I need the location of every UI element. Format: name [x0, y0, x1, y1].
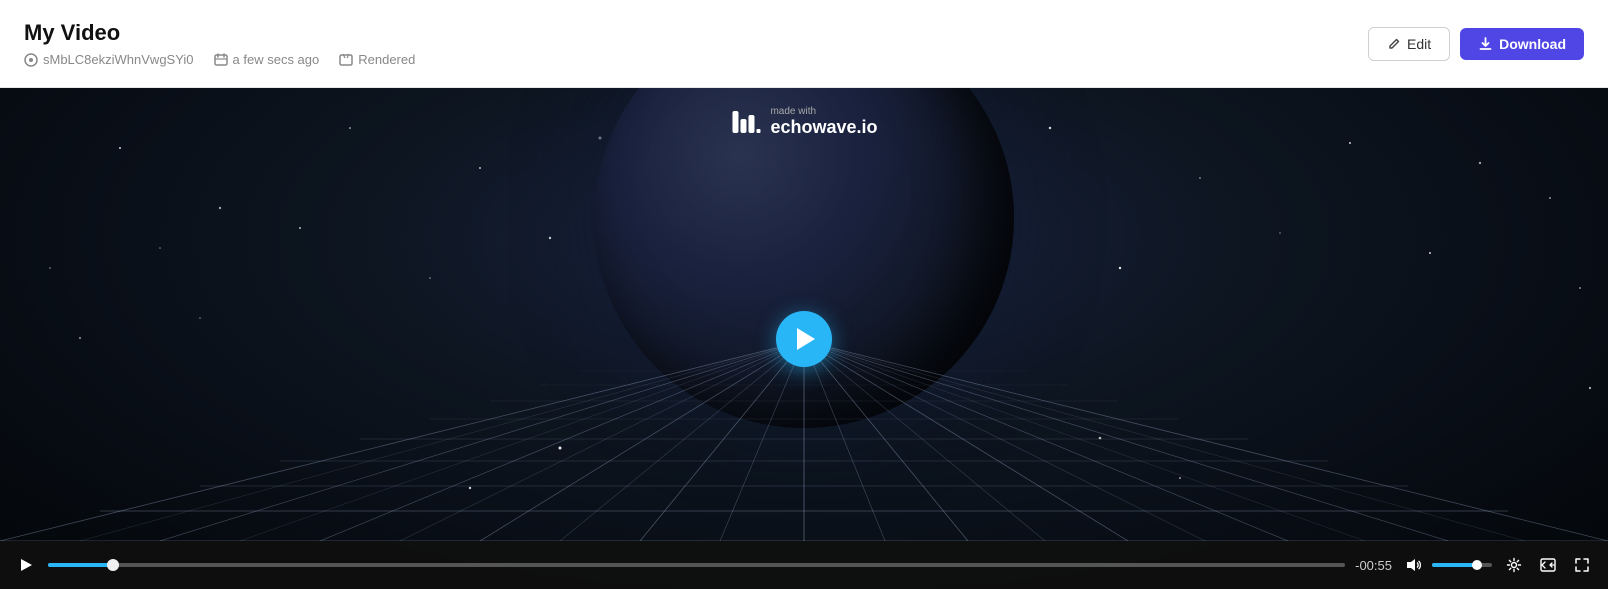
watermark-brand: echowave.io — [770, 117, 877, 138]
volume-control — [1402, 553, 1492, 577]
watermark: made with echowave.io — [730, 106, 877, 138]
share-button[interactable] — [1536, 553, 1560, 577]
time-display: -00:55 — [1355, 558, 1392, 573]
header: My Video sMbLC8ekziWhnVwgSYi0 — [0, 0, 1608, 88]
header-left: My Video sMbLC8ekziWhnVwgSYi0 — [24, 20, 415, 67]
progress-thumb — [107, 559, 119, 571]
download-button[interactable]: Download — [1460, 28, 1584, 60]
progress-fill — [48, 563, 113, 567]
settings-icon — [1506, 557, 1522, 573]
watermark-sub: made with — [770, 106, 877, 117]
volume-icon — [1406, 557, 1422, 573]
grid-svg — [0, 341, 1608, 541]
video-player[interactable]: made with echowave.io -00:55 — [0, 88, 1608, 589]
video-scene: made with echowave.io — [0, 88, 1608, 589]
controls-bar: -00:55 — [0, 541, 1608, 589]
meta-timestamp: a few secs ago — [214, 52, 320, 67]
timestamp: a few secs ago — [233, 52, 320, 67]
video-id: sMbLC8ekziWhnVwgSYi0 — [43, 52, 194, 67]
progress-bar[interactable] — [48, 563, 1345, 567]
settings-button[interactable] — [1502, 553, 1526, 577]
share-icon — [1540, 557, 1556, 573]
meta-status: Rendered — [339, 52, 415, 67]
play-triangle-icon — [797, 328, 815, 350]
clock-icon — [214, 53, 228, 67]
header-actions: Edit Download — [1368, 27, 1584, 61]
volume-fill — [1432, 563, 1477, 567]
fullscreen-button[interactable] — [1570, 553, 1594, 577]
meta-id: sMbLC8ekziWhnVwgSYi0 — [24, 52, 194, 67]
play-button[interactable] — [776, 311, 832, 367]
play-ctrl-icon — [18, 557, 34, 573]
edit-icon — [1387, 37, 1401, 51]
download-icon — [1478, 36, 1493, 51]
edit-button[interactable]: Edit — [1368, 27, 1450, 61]
meta-row: sMbLC8ekziWhnVwgSYi0 a few secs ago — [24, 52, 415, 67]
volume-button[interactable] — [1402, 553, 1426, 577]
play-pause-button[interactable] — [14, 553, 38, 577]
volume-thumb — [1472, 560, 1482, 570]
id-icon — [24, 53, 38, 67]
watermark-logo-icon — [730, 106, 762, 138]
rendered-icon — [339, 53, 353, 67]
grid-floor — [0, 341, 1608, 541]
page-title: My Video — [24, 20, 415, 46]
watermark-text-area: made with echowave.io — [770, 106, 877, 138]
fullscreen-icon — [1574, 557, 1590, 573]
status-badge: Rendered — [358, 52, 415, 67]
volume-bar[interactable] — [1432, 563, 1492, 567]
